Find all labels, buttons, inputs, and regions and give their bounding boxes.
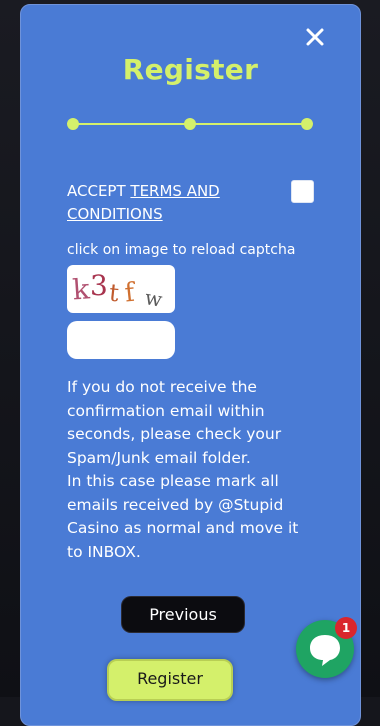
register-modal: Register ACCEPT TERMS AND CONDITIONS clic… bbox=[20, 4, 361, 726]
notice-line: seconds, please check your bbox=[67, 425, 282, 443]
captcha-char-3: t bbox=[108, 278, 121, 307]
stepper-step-1 bbox=[67, 118, 79, 130]
close-button[interactable] bbox=[303, 25, 327, 49]
chat-unread-badge: 1 bbox=[335, 617, 357, 639]
notice-line: Spam/Junk email folder. bbox=[67, 448, 251, 467]
captcha-hint: click on image to reload captcha bbox=[67, 242, 296, 258]
accept-label: ACCEPT bbox=[67, 182, 131, 200]
captcha-char-1: k bbox=[71, 272, 91, 306]
terms-checkbox[interactable] bbox=[291, 180, 314, 203]
register-button[interactable]: Register bbox=[107, 659, 233, 701]
captcha-input[interactable] bbox=[67, 321, 175, 359]
terms-link-line-1: TERMS AND bbox=[130, 182, 220, 200]
notice-line: confirmation email within bbox=[67, 401, 265, 420]
notice-line: emails received by @Stupid bbox=[67, 495, 284, 514]
captcha-image[interactable]: k 3 t f w bbox=[67, 265, 175, 313]
notice-line: Casino as normal and move it bbox=[67, 519, 299, 537]
notice-line: If you do not receive the bbox=[67, 378, 257, 396]
notice-line: In this case please mark all bbox=[67, 472, 279, 490]
captcha-char-2: 3 bbox=[90, 269, 108, 302]
captcha-graphic: k 3 t f w bbox=[71, 269, 164, 312]
modal-title: Register bbox=[122, 53, 259, 86]
email-notice: If you do not receive the confirmation e… bbox=[67, 376, 317, 564]
close-icon bbox=[306, 28, 324, 46]
progress-stepper bbox=[67, 117, 313, 131]
terms-link-line-2: CONDITIONS bbox=[67, 205, 163, 223]
captcha-char-4: f bbox=[123, 277, 138, 308]
notice-line: to INBOX. bbox=[67, 542, 141, 561]
stepper-step-3 bbox=[301, 118, 313, 130]
previous-button[interactable]: Previous bbox=[121, 596, 245, 633]
terms-row: ACCEPT TERMS AND CONDITIONS bbox=[67, 180, 327, 226]
stepper-step-2 bbox=[184, 118, 196, 130]
captcha-char-5: w bbox=[143, 285, 164, 312]
